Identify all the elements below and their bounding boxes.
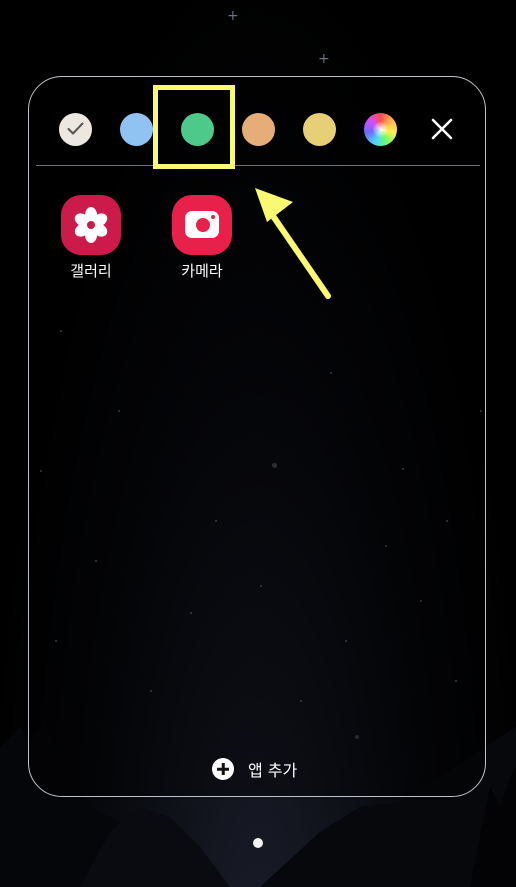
color-option-blue[interactable] bbox=[120, 113, 153, 146]
app-label: 카메라 bbox=[181, 262, 223, 280]
app-label: 갤러리 bbox=[70, 262, 112, 280]
folder-color-picker bbox=[29, 77, 485, 165]
highlight-box bbox=[153, 85, 235, 169]
close-icon bbox=[431, 118, 453, 140]
arrow-icon bbox=[255, 188, 331, 299]
add-app-label: 앱 추가 bbox=[248, 761, 298, 780]
color-wheel-icon[interactable] bbox=[364, 113, 397, 146]
check-icon bbox=[67, 122, 84, 135]
color-option-white[interactable] bbox=[59, 113, 92, 146]
app-gallery[interactable]: 갤러리 bbox=[55, 195, 127, 281]
camera-icon bbox=[172, 195, 232, 255]
page-indicator bbox=[253, 838, 263, 848]
sparkle-icon: + bbox=[227, 8, 239, 24]
home-screen: + + 갤러리 카메라 앱 추가 bbox=[0, 0, 516, 887]
color-option-yellow[interactable] bbox=[303, 113, 336, 146]
close-button[interactable] bbox=[427, 114, 457, 144]
app-camera[interactable]: 카메라 bbox=[166, 195, 238, 281]
gallery-flower-icon bbox=[61, 195, 121, 255]
color-option-orange[interactable] bbox=[242, 113, 275, 146]
add-app-button[interactable]: 앱 추가 bbox=[212, 757, 297, 781]
sparkle-icon: + bbox=[318, 51, 330, 67]
divider bbox=[36, 165, 480, 166]
plus-circle-icon bbox=[212, 758, 234, 780]
